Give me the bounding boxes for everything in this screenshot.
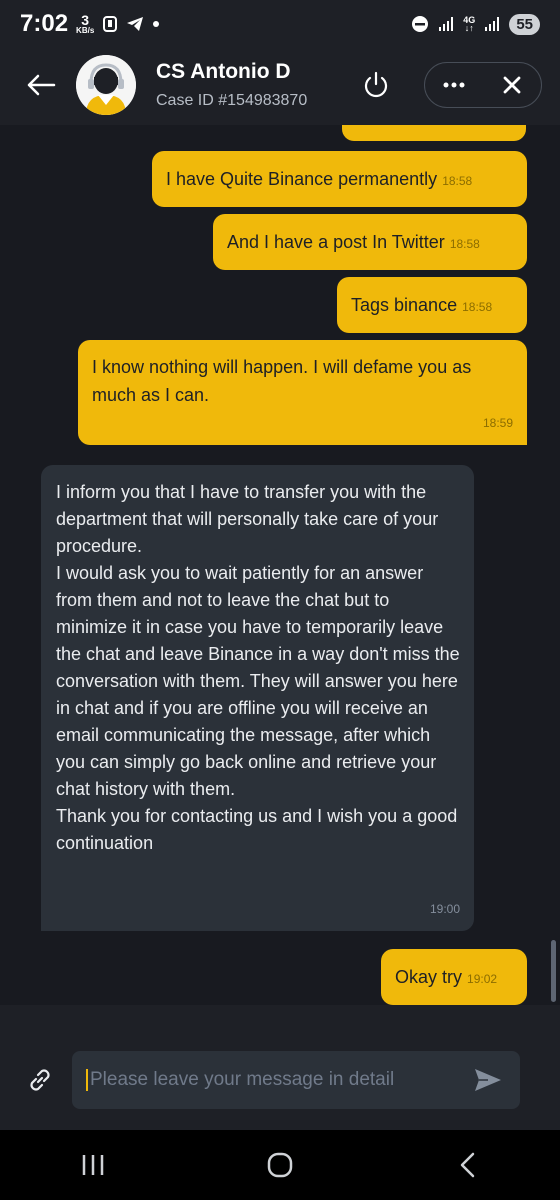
do-not-disturb-icon xyxy=(411,15,429,33)
data-rate-indicator: 3 KB/s xyxy=(76,13,94,35)
link-icon xyxy=(30,1069,50,1091)
message-bubble-user: Tags binance 18:58 xyxy=(337,277,527,333)
message-time: 18:59 xyxy=(482,416,513,430)
message-input[interactable] xyxy=(86,1069,470,1091)
more-button[interactable] xyxy=(431,65,477,105)
message-bubble-user: I know nothing will happen. I will defam… xyxy=(78,340,527,445)
recent-apps-icon xyxy=(83,1155,104,1175)
chevron-left-icon xyxy=(460,1152,474,1178)
send-icon xyxy=(475,1069,501,1091)
message-time: 18:58 xyxy=(449,237,480,251)
chat-header: CS Antonio D Case ID #154983870 xyxy=(0,48,560,122)
attach-button[interactable] xyxy=(22,1062,58,1098)
agent-avatar xyxy=(76,55,136,115)
system-navigation-bar xyxy=(0,1130,560,1200)
agent-name: CS Antonio D xyxy=(156,60,291,83)
chat-message-list[interactable]: I have Quite Binance permanently 18:58 A… xyxy=(0,125,560,1005)
close-button[interactable] xyxy=(489,65,535,105)
message-text: Okay try xyxy=(395,967,463,987)
notification-dot-icon xyxy=(152,20,160,28)
message-time: 19:02 xyxy=(467,972,498,986)
close-icon xyxy=(503,76,521,94)
message-bubble-agent: I inform you that I have to transfer you… xyxy=(41,465,474,931)
status-bar: 7:02 3 KB/s 4G ↓↑ 55 xyxy=(0,0,560,48)
end-chat-button[interactable] xyxy=(356,65,396,105)
telegram-icon xyxy=(126,16,144,32)
message-input-container xyxy=(72,1051,520,1109)
support-agent-icon xyxy=(76,55,136,115)
message-bubble-user: Okay try 19:02 xyxy=(381,949,527,1005)
signal-strength-icon-2 xyxy=(485,17,500,31)
message-text: Tags binance xyxy=(351,295,458,315)
message-composer xyxy=(0,1030,560,1130)
home-icon xyxy=(267,1152,293,1178)
system-back-button[interactable] xyxy=(437,1140,497,1190)
alarm-icon xyxy=(102,15,118,33)
header-action-group xyxy=(424,62,542,108)
data-rate-unit: KB/s xyxy=(76,26,95,35)
send-button[interactable] xyxy=(470,1062,506,1098)
case-id: Case ID #154983870 xyxy=(156,92,308,109)
message-text: I inform you that I have to transfer you… xyxy=(56,482,460,853)
message-bubble-clipped xyxy=(342,125,526,141)
message-time: 19:00 xyxy=(429,902,460,916)
message-text: I have Quite Binance permanently xyxy=(166,169,438,189)
arrow-left-icon xyxy=(27,74,56,96)
data-rate-value: 3 xyxy=(81,12,90,28)
back-button[interactable] xyxy=(24,68,58,102)
home-button[interactable] xyxy=(250,1140,310,1190)
power-icon xyxy=(364,71,388,98)
battery-level: 55 xyxy=(509,13,540,35)
message-time: 18:58 xyxy=(442,174,473,188)
recent-apps-button[interactable] xyxy=(63,1140,123,1190)
chat-scrollbar[interactable] xyxy=(551,940,556,1002)
network-type: 4G ↓↑ xyxy=(463,14,476,33)
signal-strength-icon xyxy=(439,17,454,31)
more-dots-icon xyxy=(443,82,465,88)
message-time: 18:58 xyxy=(462,300,493,314)
status-time: 7:02 xyxy=(20,10,69,37)
message-text: And I have a post In Twitter xyxy=(227,232,445,252)
message-bubble-user: I have Quite Binance permanently 18:58 xyxy=(152,151,527,207)
message-text: I know nothing will happen. I will defam… xyxy=(92,357,472,405)
message-bubble-user: And I have a post In Twitter 18:58 xyxy=(213,214,527,270)
